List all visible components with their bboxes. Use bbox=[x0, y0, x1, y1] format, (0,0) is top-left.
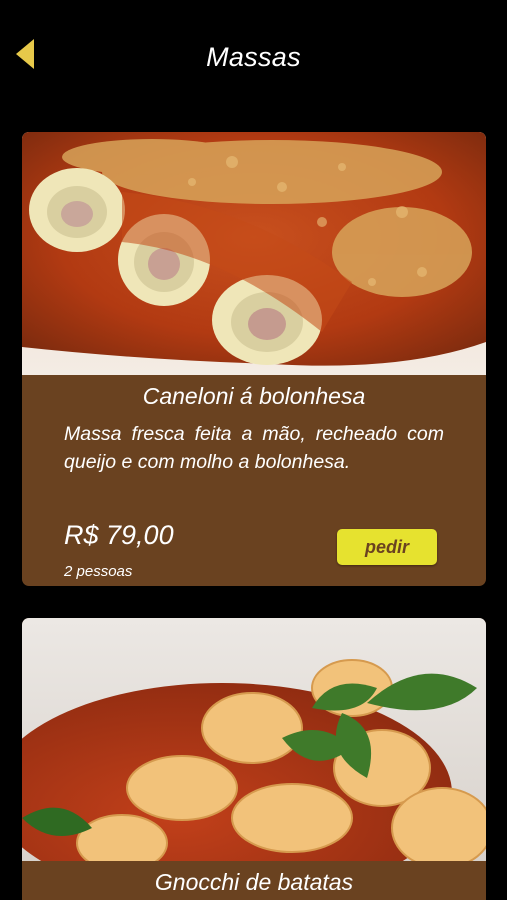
dish-description: Massa fresca feita a mão, recheado com q… bbox=[64, 423, 444, 473]
dish-serves: 2 pessoas bbox=[64, 563, 133, 580]
screen: Massas Caneloni á bolonhesa Massa fresca… bbox=[0, 0, 507, 900]
dish-card: Caneloni á bolonhesa Massa fresca feita … bbox=[22, 132, 486, 586]
dish-name: Gnocchi de batatas bbox=[154, 869, 354, 895]
dish-photo bbox=[22, 618, 486, 861]
dish-photo bbox=[22, 132, 486, 375]
dish-name: Caneloni á bolonhesa bbox=[142, 383, 366, 409]
order-button[interactable]: pedir bbox=[337, 529, 437, 565]
page-title: Massas bbox=[206, 42, 301, 72]
dish-card: Gnocchi de batatas bbox=[22, 618, 486, 900]
header-bar: Massas bbox=[0, 0, 507, 110]
dish-price: R$ 79,00 bbox=[64, 520, 174, 550]
